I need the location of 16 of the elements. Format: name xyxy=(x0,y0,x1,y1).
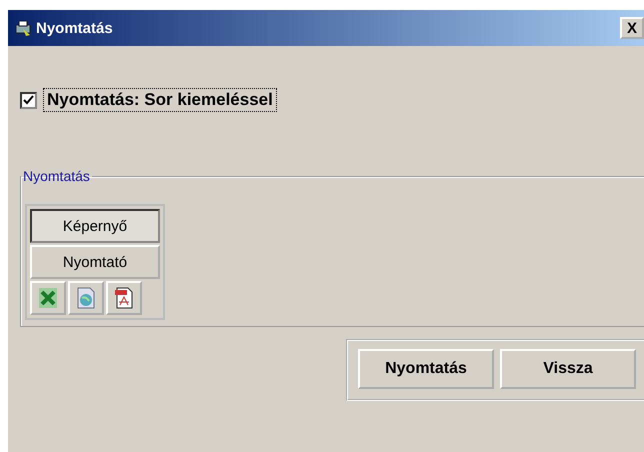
pdf-icon xyxy=(114,287,134,309)
action-button[interactable]: Nyomtatás xyxy=(358,349,494,389)
output-button[interactable]: Képernyő xyxy=(30,209,160,243)
close-button[interactable]: X xyxy=(620,17,644,39)
globe-document-icon xyxy=(76,287,96,309)
pdf-export-button[interactable] xyxy=(106,281,142,315)
action-button[interactable]: Vissza xyxy=(500,349,636,389)
group-title: Nyomtatás xyxy=(22,168,91,184)
spreadsheet-icon xyxy=(38,287,58,309)
window-title: Nyomtatás xyxy=(36,20,114,36)
web-export-button[interactable] xyxy=(68,281,104,315)
checkbox-label: Nyomtatás: Sor kiemeléssel xyxy=(43,88,277,112)
spreadsheet-export-button[interactable] xyxy=(30,281,66,315)
output-button[interactable]: Nyomtató xyxy=(30,245,160,279)
checkbox[interactable] xyxy=(20,92,37,108)
printer-icon xyxy=(14,19,32,37)
